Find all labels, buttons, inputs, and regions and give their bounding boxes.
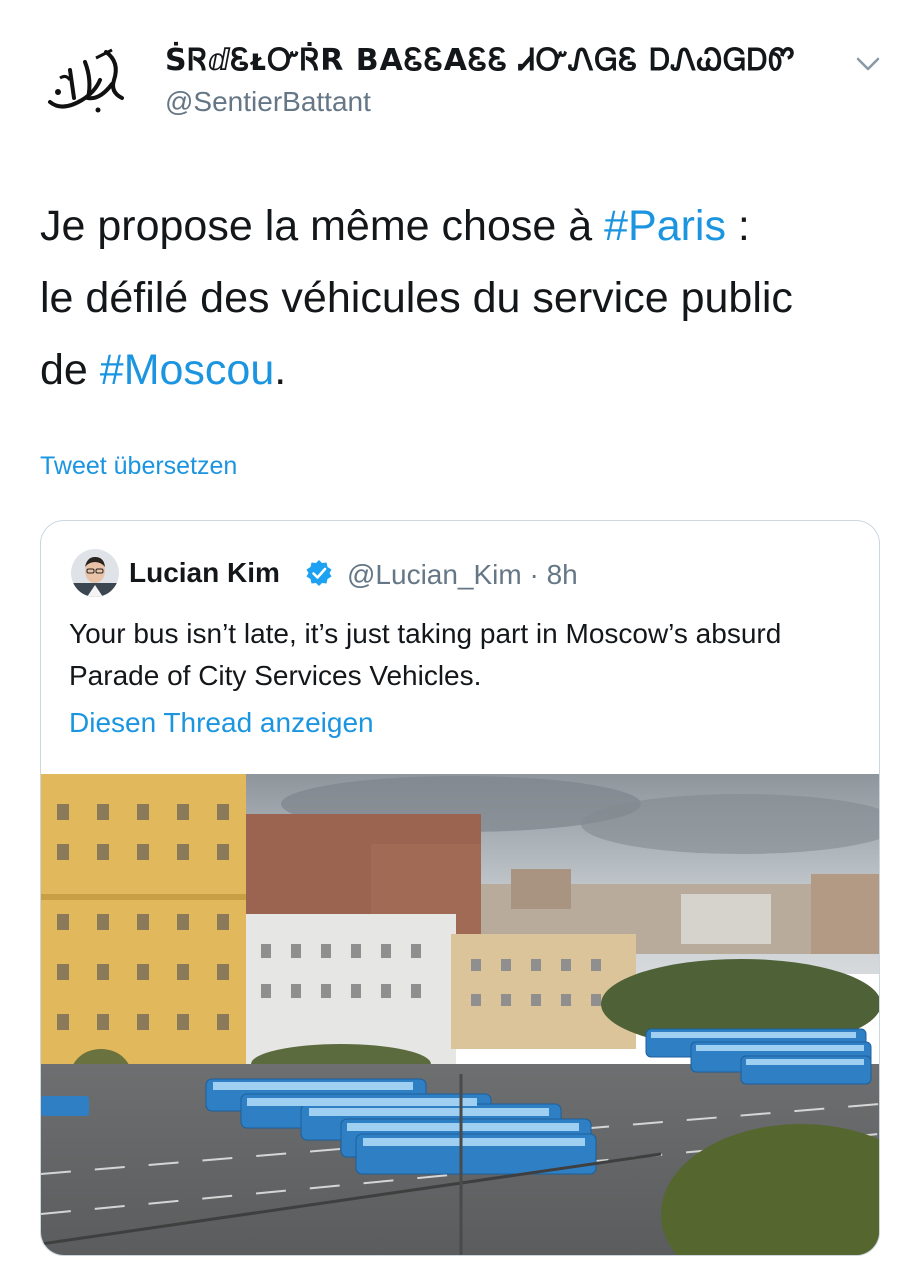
tweet-text-part: le défilé des véhicules du service publi… bbox=[40, 274, 793, 322]
quoted-tweet-card[interactable]: Lucian Kim @Lucian_Kim · 8h Your bus isn… bbox=[40, 520, 880, 1256]
author-avatar[interactable] bbox=[40, 40, 130, 120]
tweet-text-part: : bbox=[725, 202, 750, 250]
author-handle[interactable]: @SentierBattant bbox=[165, 86, 371, 118]
verified-badge-icon bbox=[304, 558, 334, 588]
translate-tweet-link[interactable]: Tweet übersetzen bbox=[40, 452, 237, 481]
quoted-handle-time[interactable]: @Lucian_Kim · 8h bbox=[347, 559, 578, 591]
show-thread-link[interactable]: Diesen Thread anzeigen bbox=[69, 707, 374, 739]
author-display-name[interactable]: ṠᏒⅆᏋᴌᏅᏒ̇R BAᏋᏋAᏋᏋ ᏗᏅᏁᏀᏋ ᎠᏁᏇᏀᎠᏛ bbox=[165, 43, 796, 78]
hashtag-paris[interactable]: #Paris bbox=[604, 202, 726, 250]
chevron-down-icon[interactable] bbox=[852, 48, 884, 80]
quoted-author-name[interactable]: Lucian Kim bbox=[129, 557, 280, 589]
quoted-tweet-text: Your bus isn’t late, it’s just taking pa… bbox=[69, 618, 782, 691]
quoted-author-avatar[interactable] bbox=[71, 549, 119, 597]
tweet-text-part: Je propose la même chose à bbox=[40, 202, 605, 250]
calligraphy-logo-icon bbox=[48, 48, 124, 113]
tweet-text-part: de bbox=[40, 346, 100, 394]
quoted-tweet-photo[interactable] bbox=[41, 774, 879, 1255]
tweet-header: ṠᏒⅆᏋᴌᏅᏒ̇R BAᏋᏋAᏋᏋ ᏗᏅᏁᏀᏋ ᎠᏁᏇᏀᎠᏛ @SentierB… bbox=[0, 0, 919, 150]
hashtag-moscou[interactable]: #Moscou bbox=[100, 346, 274, 394]
tweet-text: Je propose la même chose à #Paris : le d… bbox=[40, 190, 890, 406]
tweet-text-part: . bbox=[274, 346, 287, 394]
